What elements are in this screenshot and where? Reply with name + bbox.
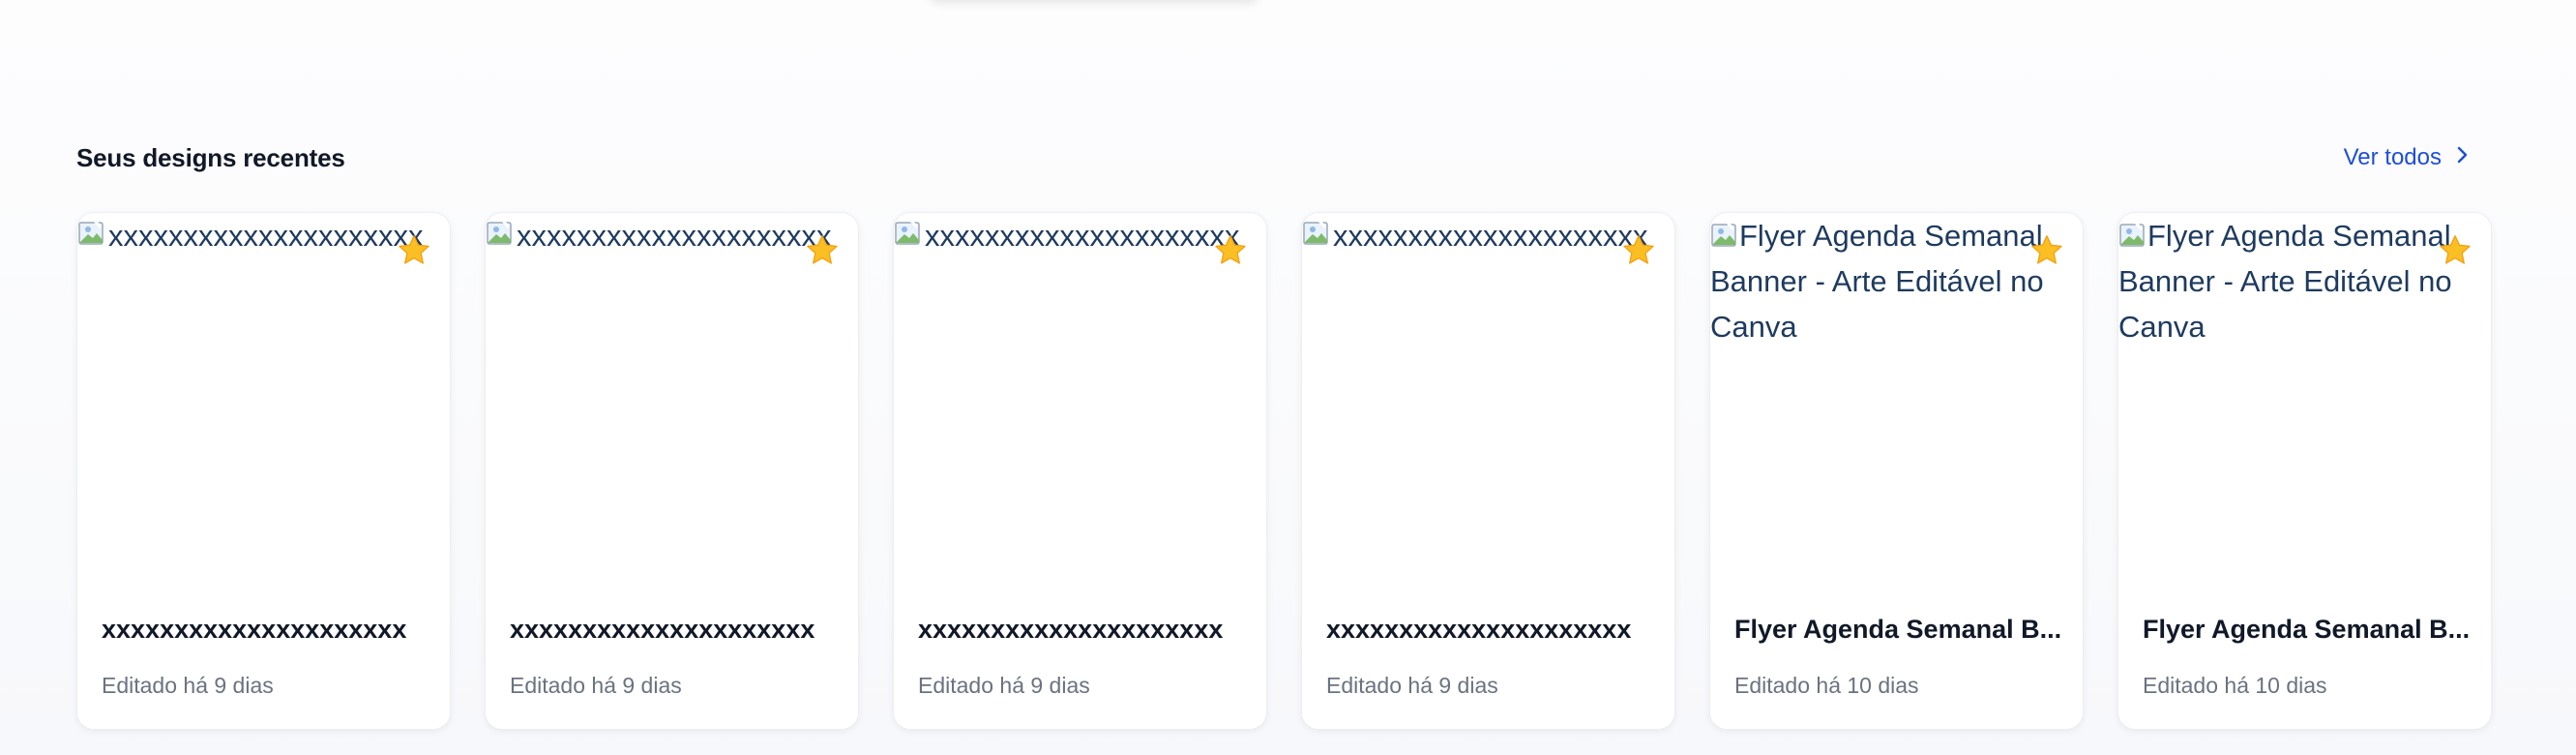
image-alt-text: xxxxxxxxxxxxxxxxxxxxx [925, 219, 1240, 253]
design-title: xxxxxxxxxxxxxxxxxxxxx [102, 615, 407, 644]
see-all-link[interactable]: Ver todos [2344, 144, 2472, 171]
design-title: Flyer Agenda Semanal B... [2143, 615, 2471, 644]
broken-image-icon [1710, 217, 1739, 247]
design-edited-time: Editado há 9 dias [1326, 673, 1498, 698]
design-edited-time: Editado há 9 dias [918, 673, 1090, 698]
image-alt-label: Flyer Agenda Semanal Banner - Arte Editá… [1710, 219, 2044, 344]
star-icon[interactable] [2437, 232, 2473, 269]
design-edited-time: Editado há 10 dias [2143, 673, 2327, 698]
design-card[interactable]: Flyer Agenda Semanal Banner - Arte Editá… [2117, 212, 2492, 730]
design-title: xxxxxxxxxxxxxxxxxxxxx [918, 615, 1224, 644]
design-card[interactable]: xxxxxxxxxxxxxxxxxxxxx xxxxxxxxxxxxxxxxxx… [76, 212, 451, 730]
design-card[interactable]: xxxxxxxxxxxxxxxxxxxxx xxxxxxxxxxxxxxxxxx… [485, 212, 859, 730]
recent-designs-header: Seus designs recentes Ver todos [76, 136, 2475, 180]
recent-designs-list: xxxxxxxxxxxxxxxxxxxxx xxxxxxxxxxxxxxxxxx… [76, 212, 2492, 730]
design-title: xxxxxxxxxxxxxxxxxxxxx [1326, 615, 1632, 644]
image-alt-label: Flyer Agenda Semanal Banner - Arte Editá… [2118, 219, 2452, 344]
design-title: Flyer Agenda Semanal B... [1734, 615, 2062, 644]
design-edited-time: Editado há 9 dias [510, 673, 682, 698]
broken-image-icon [77, 215, 106, 245]
design-edited-time: Editado há 10 dias [1734, 673, 1919, 698]
design-title: xxxxxxxxxxxxxxxxxxxxx [510, 615, 815, 644]
star-icon[interactable] [1212, 232, 1249, 269]
star-icon[interactable] [2028, 232, 2065, 269]
broken-image-icon [2118, 217, 2147, 247]
star-icon[interactable] [804, 232, 841, 269]
broken-image-icon [1302, 215, 1331, 245]
star-icon[interactable] [396, 232, 432, 269]
design-edited-time: Editado há 9 dias [102, 673, 274, 698]
image-alt-text: xxxxxxxxxxxxxxxxxxxxx [108, 219, 424, 253]
broken-image-icon [894, 215, 923, 245]
image-alt-text: xxxxxxxxxxxxxxxxxxxxx [517, 219, 832, 253]
design-card[interactable]: xxxxxxxxxxxxxxxxxxxxx xxxxxxxxxxxxxxxxxx… [893, 212, 1267, 730]
broken-image-icon [486, 215, 515, 245]
image-alt-text: xxxxxxxxxxxxxxxxxxxxx [1333, 219, 1648, 253]
section-title: Seus designs recentes [76, 142, 345, 172]
design-card[interactable]: Flyer Agenda Semanal Banner - Arte Editá… [1709, 212, 2084, 730]
star-icon[interactable] [1620, 232, 1657, 269]
design-card[interactable]: xxxxxxxxxxxxxxxxxxxxx xxxxxxxxxxxxxxxxxx… [1301, 212, 1675, 730]
chevron-right-icon [2453, 144, 2472, 171]
see-all-label: Ver todos [2343, 144, 2442, 170]
